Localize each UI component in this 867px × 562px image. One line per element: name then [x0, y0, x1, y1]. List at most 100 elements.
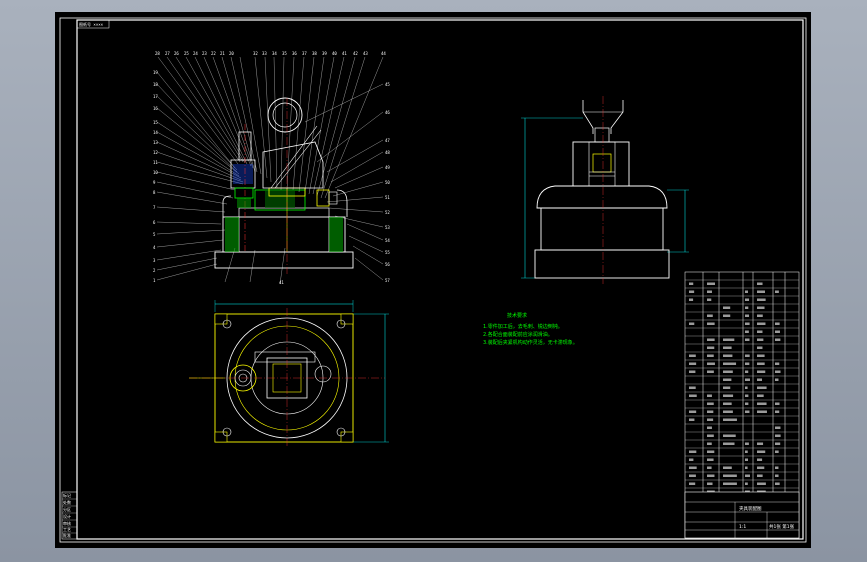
- svg-text:53: 53: [385, 225, 390, 230]
- parts-cell-mark: [757, 307, 765, 310]
- svg-text:19: 19: [153, 70, 158, 75]
- parts-cell-mark: [745, 483, 748, 486]
- parts-cell-mark: [775, 379, 778, 382]
- parts-cell-mark: [745, 451, 748, 454]
- parts-cell-mark: [723, 443, 734, 446]
- parts-cell-mark: [689, 291, 694, 294]
- parts-cell-mark: [745, 459, 748, 462]
- title-block-sheet: 共1张 第1张: [769, 523, 795, 530]
- parts-cell-mark: [757, 347, 762, 350]
- parts-cell-mark: [757, 475, 763, 478]
- parts-cell-mark: [689, 387, 696, 390]
- parts-cell-mark: [745, 371, 748, 374]
- svg-text:5: 5: [153, 232, 156, 237]
- parts-cell-mark: [723, 411, 733, 414]
- parts-cell-mark: [689, 419, 694, 422]
- side-label-6: 批准: [63, 532, 71, 538]
- svg-text:21: 21: [220, 51, 225, 56]
- body-block: [223, 217, 345, 252]
- parts-cell-mark: [723, 355, 732, 358]
- cad-viewport[interactable]: 图纸号 ×××× 28 27 26 25 24 23 22 21 20 32 3…: [55, 12, 811, 548]
- svg-text:2: 2: [153, 268, 156, 273]
- parts-cell-mark: [775, 403, 780, 406]
- parts-cell-mark: [707, 363, 715, 366]
- svg-text:9: 9: [153, 180, 156, 185]
- svg-text:12: 12: [153, 150, 158, 155]
- svg-text:3: 3: [153, 258, 156, 263]
- parts-cell-mark: [745, 323, 750, 326]
- parts-cell-mark: [745, 363, 749, 366]
- parts-cell-mark: [689, 459, 693, 462]
- parts-cell-mark: [775, 427, 780, 430]
- svg-text:4: 4: [153, 245, 156, 250]
- parts-cell-mark: [757, 363, 765, 366]
- tech-requirements: 技术要求 1.零件加工后，去毛刺、锐边倒钝。 2.各配合面装配前应涂润滑油。 3…: [483, 312, 578, 346]
- parts-cell-mark: [723, 339, 734, 342]
- parts-cell-mark: [707, 371, 714, 374]
- parts-cell-mark: [757, 355, 765, 358]
- parts-cell-mark: [757, 379, 762, 382]
- svg-text:16: 16: [153, 106, 158, 111]
- parts-cell-mark: [723, 315, 730, 318]
- parts-cell-mark: [757, 339, 763, 342]
- svg-text:25: 25: [184, 51, 189, 56]
- parts-cell-mark: [689, 483, 695, 486]
- svg-text:50: 50: [385, 180, 390, 185]
- svg-text:47: 47: [385, 138, 390, 143]
- svg-text:43: 43: [363, 51, 368, 56]
- svg-text:41: 41: [342, 51, 347, 56]
- parts-cell-mark: [723, 395, 733, 398]
- parts-cell-mark: [775, 467, 778, 470]
- svg-text:45: 45: [385, 82, 390, 87]
- parts-cell-mark: [775, 363, 779, 366]
- side-base: [535, 250, 669, 278]
- svg-text:15: 15: [153, 120, 158, 125]
- parts-cell-mark: [745, 291, 748, 294]
- parts-cell-mark: [723, 387, 730, 390]
- parts-cell-mark: [723, 379, 731, 382]
- svg-text:40: 40: [332, 51, 337, 56]
- svg-text:17: 17: [153, 94, 158, 99]
- drawing-sheet: 图纸号 ×××× 28 27 26 25 24 23 22 21 20 32 3…: [55, 12, 811, 548]
- parts-cell-mark: [745, 379, 750, 382]
- side-label-1: 处数: [63, 499, 71, 505]
- parts-cell-mark: [745, 467, 748, 470]
- parts-cell-mark: [745, 307, 748, 310]
- inner-frame: [77, 20, 803, 539]
- balloon-numbers: 28 27 26 25 24 23 22 21 20 32 33 34 35 36 37 38 39 4…: [153, 51, 390, 283]
- parts-cell-mark: [689, 363, 696, 366]
- parts-cell-mark: [689, 355, 696, 358]
- tech-req-line-3: 3.装配后夹紧机构动作灵活，无卡滞现象。: [483, 339, 578, 346]
- svg-text:46: 46: [385, 110, 390, 115]
- parts-cell-mark: [745, 475, 750, 478]
- svg-text:1: 1: [153, 278, 156, 283]
- parts-cell-mark: [707, 475, 714, 478]
- parts-cell-mark: [745, 299, 749, 302]
- title-block-scale: 1:1: [739, 524, 746, 530]
- parts-cell-mark: [757, 387, 767, 390]
- svg-text:8: 8: [153, 190, 156, 195]
- svg-text:26: 26: [174, 51, 179, 56]
- tech-req-title: 技术要求: [507, 312, 527, 319]
- title-block: 夹具装配图 1:1 共1张 第1张: [685, 492, 799, 538]
- side-label-2: 分区: [63, 506, 71, 512]
- parts-cell-mark: [775, 323, 780, 326]
- side-block: 标记 处数 分区 设计 审核 工艺 批准: [62, 492, 77, 539]
- side-view: [521, 96, 689, 284]
- plan-view: [189, 300, 389, 448]
- parts-cell-mark: [745, 387, 748, 390]
- parts-cell-mark: [723, 347, 732, 350]
- parts-cell-mark: [707, 355, 714, 358]
- parts-cell-mark: [689, 451, 696, 454]
- parts-cell-mark: [723, 371, 733, 374]
- svg-text:28: 28: [155, 51, 160, 56]
- parts-cell-mark: [723, 307, 730, 310]
- parts-cell-mark: [745, 315, 749, 318]
- parts-cell-mark: [775, 443, 780, 446]
- parts-cell-mark: [745, 403, 748, 406]
- parts-cell-mark: [707, 411, 713, 414]
- parts-cell-mark: [775, 339, 780, 342]
- parts-cell-mark: [757, 443, 763, 446]
- parts-cell-mark: [723, 435, 736, 438]
- svg-text:24: 24: [193, 51, 198, 56]
